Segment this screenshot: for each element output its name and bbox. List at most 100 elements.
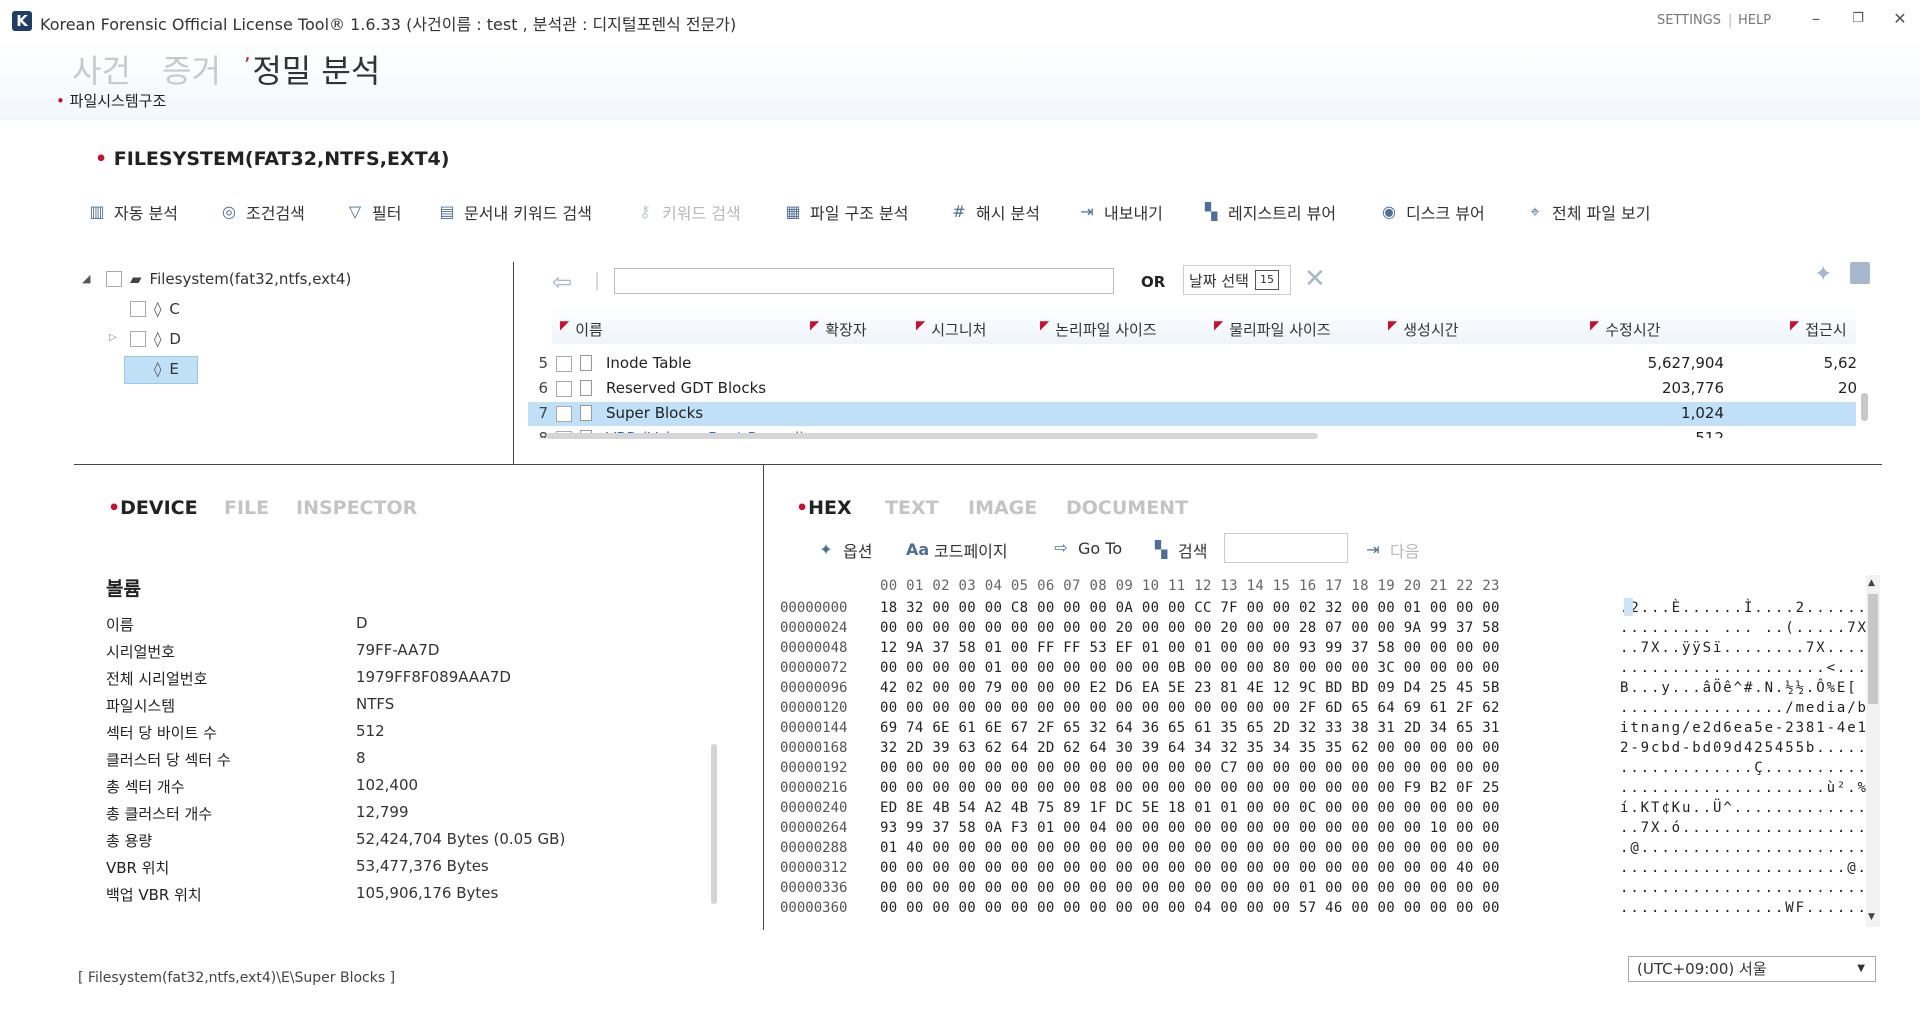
settings-link[interactable]: SETTINGS <box>1657 13 1721 28</box>
goto-button[interactable]: ⇨ Go To <box>1050 538 1122 558</box>
codepage-label: 코드페이지 <box>934 542 1008 561</box>
toolbar-button-2[interactable]: ◎ 조건검색 <box>218 200 305 224</box>
toolbar-button-1[interactable]: ▥ 자동 분석 <box>86 200 178 224</box>
timezone-select[interactable]: (UTC+09:00) 서울 ▼ <box>1628 956 1876 982</box>
back-arrow-icon[interactable]: ⇦ <box>552 268 572 296</box>
property-label: 백업 VBR 위치 <box>106 886 202 904</box>
row-checkbox[interactable] <box>556 406 572 422</box>
tree-collapse-icon[interactable]: ◢ <box>82 272 90 285</box>
chart-icon: ▥ <box>89 202 105 221</box>
toolbar-button-11[interactable]: ⌖ 전체 파일 보기 <box>1524 200 1650 224</box>
file-icon <box>580 405 592 421</box>
column-header[interactable]: ◤ 논리파일 사이즈 <box>1040 318 1157 340</box>
property-label: 총 클러스터 개수 <box>106 805 213 823</box>
tab-hex[interactable]: •HEX <box>796 497 852 519</box>
tab-inspector[interactable]: INSPECTOR <box>296 497 417 519</box>
column-header[interactable]: ◤ 이름 <box>560 318 603 340</box>
save-icon[interactable] <box>1850 262 1870 284</box>
chevron-down-icon: ▼ <box>1857 963 1865 974</box>
toolbar-button-7[interactable]: # 해시 분석 <box>948 200 1040 224</box>
column-header[interactable]: ◤ 물리파일 사이즈 <box>1214 318 1331 340</box>
column-header[interactable]: ◤ 시그니처 <box>916 318 986 340</box>
logical-size: 203,776 <box>1661 379 1724 397</box>
file-table-horizontal-scrollbar[interactable] <box>546 433 1318 439</box>
filter-icon: ▽ <box>348 202 362 221</box>
toolbar-button-4[interactable]: ▤ 문서내 키워드 검색 <box>436 200 592 224</box>
hex-options-button[interactable]: ✦ 옵션 <box>815 538 872 562</box>
all-files-icon: ⌖ <box>1530 202 1540 221</box>
hex-bytes: 42 02 00 00 79 00 00 00 E2 D6 EA 5E 23 8… <box>880 680 1500 696</box>
tab-file[interactable]: FILE <box>224 497 269 519</box>
hex-cursor <box>1624 598 1633 616</box>
toolbar-button-label: 조건검색 <box>246 204 305 223</box>
minimize-button[interactable]: – <box>1802 8 1830 30</box>
tree-item-e[interactable]: ◊ E <box>154 360 179 378</box>
scroll-up-icon[interactable]: ▲ <box>1868 578 1875 588</box>
hex-column-header: 00 01 02 03 04 05 06 07 08 09 10 11 12 1… <box>880 578 1500 594</box>
toolbar-button-5[interactable]: ⚷ 키워드 검색 <box>634 200 741 224</box>
tab-device[interactable]: •DEVICE <box>108 497 198 519</box>
toolbar-button-9[interactable]: ▚ 레지스트리 뷰어 <box>1200 200 1336 224</box>
search-input[interactable] <box>614 268 1114 294</box>
restore-button[interactable]: ❐ <box>1844 8 1872 30</box>
pin-icon[interactable]: ✦ <box>1814 262 1832 287</box>
clear-filter-icon[interactable]: ✕ <box>1304 264 1326 294</box>
tab-hex-label: HEX <box>808 497 852 519</box>
table-row[interactable]: 7 Super Blocks 1,0241,024 <box>528 402 1856 426</box>
row-checkbox[interactable] <box>556 381 572 397</box>
column-header-label: 생성시간 <box>1403 321 1459 339</box>
next-button[interactable]: ⇥ 다음 <box>1362 538 1419 562</box>
tab-image[interactable]: IMAGE <box>968 497 1037 519</box>
tree-item-d[interactable]: ◊ D <box>130 330 181 348</box>
column-header-label: 확장자 <box>825 321 867 339</box>
tree-item-checkbox[interactable] <box>130 301 146 317</box>
column-header[interactable]: ◤ 확장자 <box>810 318 867 340</box>
toolbar-button-8[interactable]: ⇥ 내보내기 <box>1076 200 1163 224</box>
toolbar-button-3[interactable]: ▽ 필터 <box>344 200 402 224</box>
vertical-divider-bottom <box>763 464 764 930</box>
date-select-button[interactable]: 날짜 선택 15 <box>1183 265 1291 295</box>
hex-offset: 00000264 <box>780 820 848 836</box>
column-header[interactable]: ◤ 생성시간 <box>1388 318 1459 340</box>
tab-text[interactable]: TEXT <box>885 497 939 519</box>
row-checkbox[interactable] <box>556 356 572 372</box>
tree-item-c[interactable]: ◊ C <box>130 300 180 318</box>
scroll-down-icon[interactable]: ▼ <box>1868 912 1875 922</box>
hex-search-button[interactable]: ▚ 검색 <box>1150 538 1208 562</box>
property-value: 79FF-AA7D <box>356 641 440 659</box>
tree-root-checkbox[interactable] <box>106 271 122 287</box>
property-label: 이름 <box>106 616 134 634</box>
document-search-icon: ▤ <box>439 202 455 221</box>
hex-options-label: 옵션 <box>843 542 873 561</box>
tab-document[interactable]: DOCUMENT <box>1066 497 1188 519</box>
column-header[interactable]: ◤ 수정시간 <box>1590 318 1660 340</box>
tree-item-checkbox[interactable] <box>130 331 146 347</box>
property-label: 전체 시리얼번호 <box>106 670 208 688</box>
properties-scrollbar[interactable] <box>711 744 717 904</box>
tab-detailed-analysis[interactable]: ʼ정밀 분석 <box>244 46 380 92</box>
tree-root[interactable]: ▰ Filesystem(fat32,ntfs,ext4) <box>106 270 351 288</box>
physical-size: 512 <box>1728 429 1856 438</box>
toolbar-button-6[interactable]: ▦ 파일 구조 분석 <box>782 200 909 224</box>
table-row[interactable]: 5 Inode Table 5,627,904 5,627,904 <box>528 352 1856 376</box>
hex-ascii: ....................ù².% <box>1620 780 1868 796</box>
toolbar-button-label: 파일 구조 분석 <box>810 204 909 223</box>
hex-bytes: 00 00 00 00 01 00 00 00 00 00 00 0B 00 0… <box>880 660 1500 676</box>
subnav-filesystem-structure[interactable]: • 파일시스템구조 <box>56 90 166 111</box>
hex-scroll-thumb[interactable] <box>1868 594 1878 704</box>
file-table-vertical-scrollbar[interactable] <box>1861 393 1868 421</box>
hex-search-input[interactable] <box>1224 533 1348 563</box>
codepage-button[interactable]: Aa 코드페이지 <box>906 538 1008 562</box>
hex-offset: 00000168 <box>780 740 848 756</box>
column-header[interactable]: ◤ 접근시 <box>1790 318 1847 340</box>
hex-ascii: ........................ <box>1620 880 1868 896</box>
tree-expand-icon[interactable]: ▷ <box>109 332 117 343</box>
help-link[interactable]: HELP <box>1738 13 1771 28</box>
tab-evidence[interactable]: 증거 <box>162 46 221 92</box>
sort-marker-icon: ◤ <box>1214 318 1224 332</box>
table-row[interactable]: 6 Reserved GDT Blocks 203,776 203,776 <box>528 377 1856 401</box>
toolbar-button-10[interactable]: ◉ 디스크 뷰어 <box>1378 200 1485 224</box>
tab-case[interactable]: 사건 <box>72 46 131 92</box>
file-icon <box>580 355 592 371</box>
close-button[interactable]: ✕ <box>1886 8 1914 30</box>
